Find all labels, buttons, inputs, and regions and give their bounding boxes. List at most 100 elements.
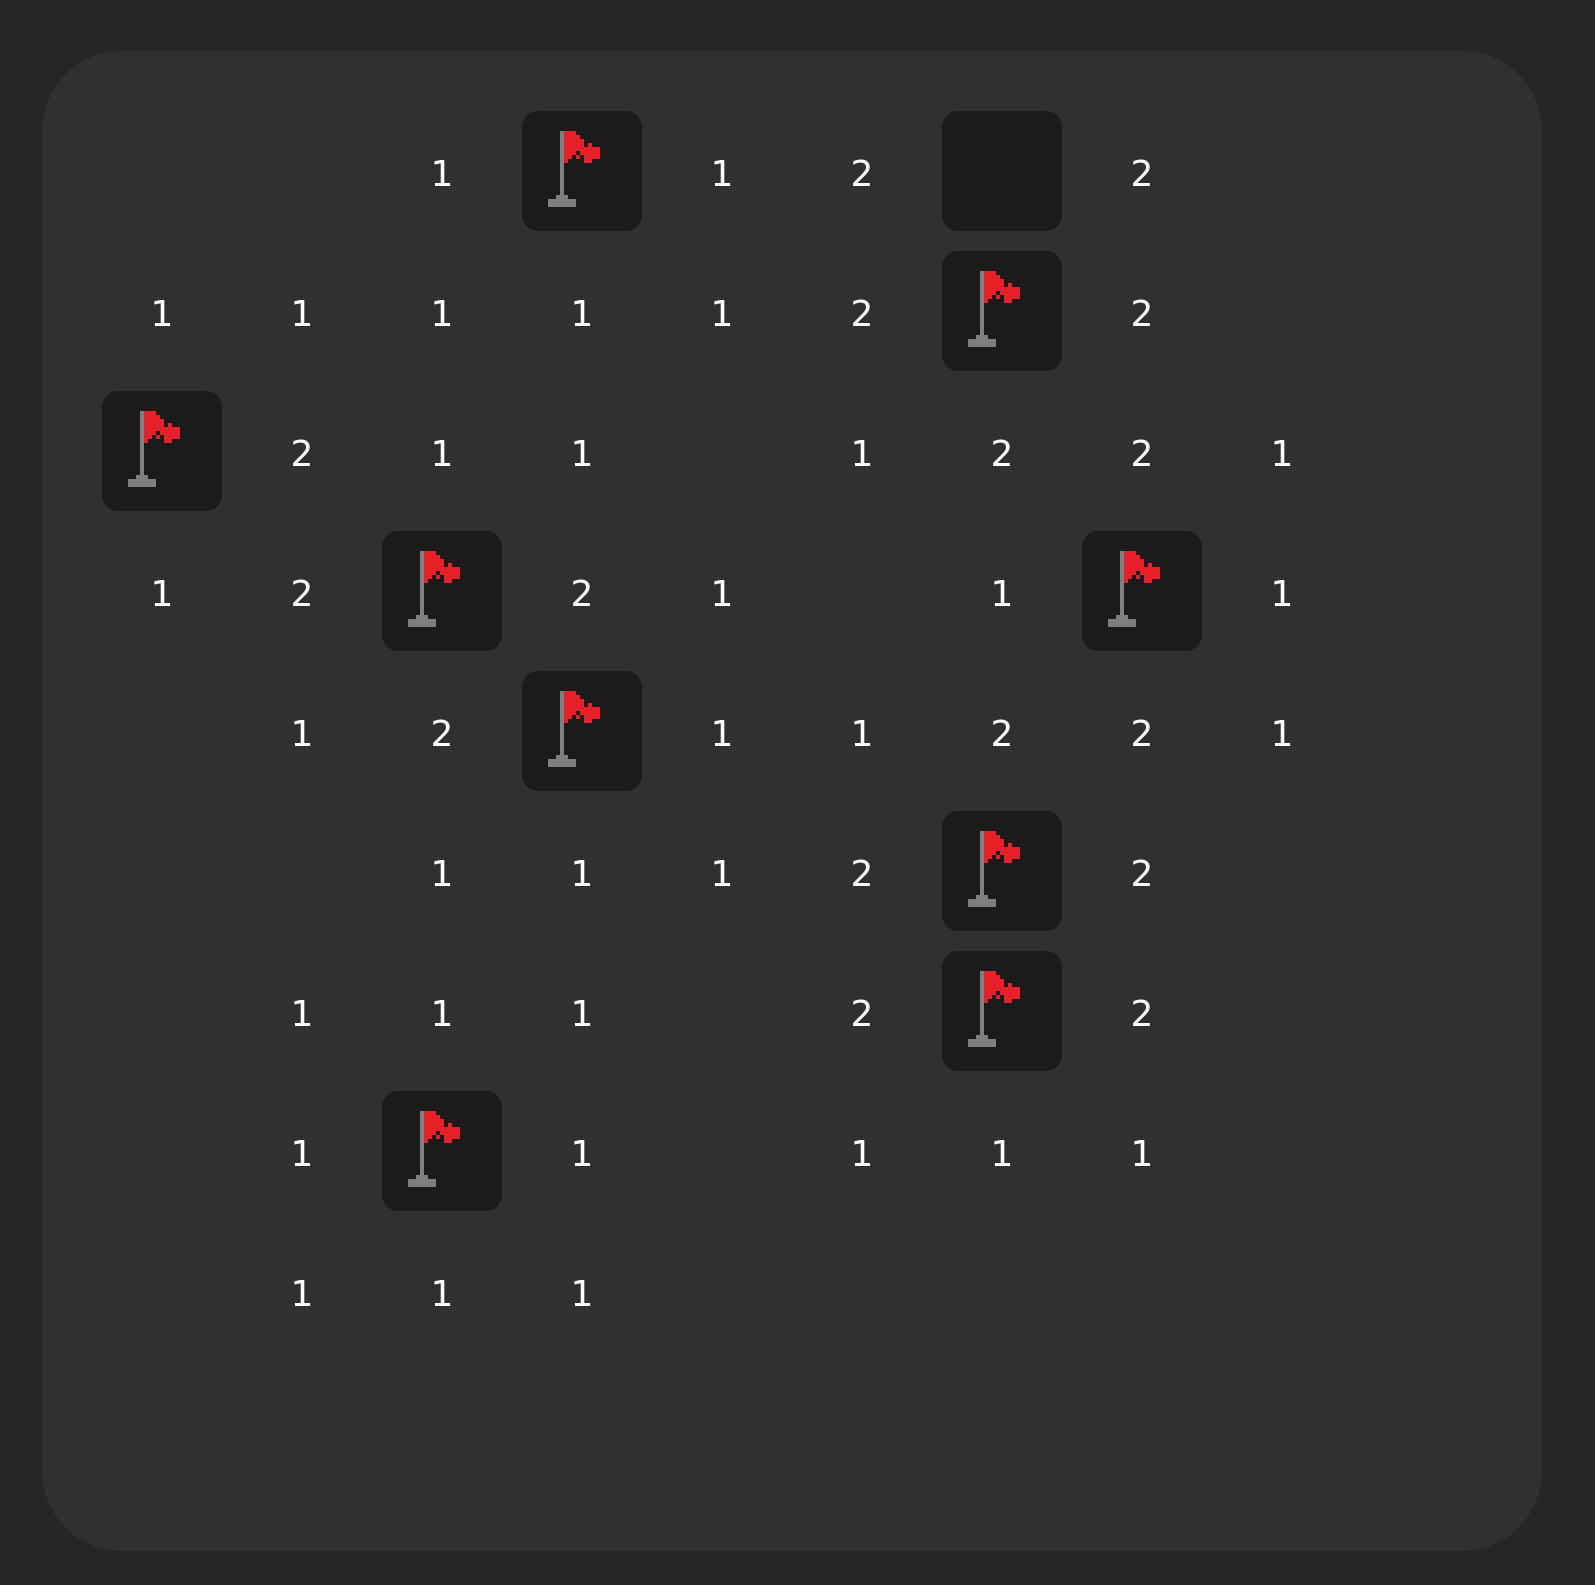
revealed-cell [662, 391, 782, 511]
revealed-cell [102, 811, 222, 931]
cell-number: 1 [570, 1273, 594, 1315]
cell-number: 1 [1270, 713, 1294, 755]
flag-icon [408, 551, 460, 627]
revealed-cell [242, 811, 362, 931]
revealed-cell [1362, 111, 1482, 231]
cell-number: 2 [570, 573, 594, 615]
revealed-cell [1362, 391, 1482, 511]
revealed-cell [242, 1371, 362, 1491]
cell-number: 1 [150, 293, 174, 335]
flagged-cell[interactable] [102, 391, 222, 511]
cell-number: 1 [850, 1133, 874, 1175]
hidden-cell[interactable] [942, 111, 1062, 231]
revealed-cell [242, 111, 362, 231]
revealed-cell: 1 [942, 1091, 1062, 1211]
flag-icon [128, 411, 180, 487]
revealed-cell: 2 [1082, 811, 1202, 931]
revealed-cell: 1 [522, 251, 642, 371]
revealed-cell: 1 [662, 111, 782, 231]
flag-icon [548, 691, 600, 767]
flagged-cell[interactable] [942, 951, 1062, 1071]
cell-number: 1 [1270, 433, 1294, 475]
cell-number: 1 [570, 293, 594, 335]
revealed-cell [1082, 1231, 1202, 1351]
cell-number: 1 [290, 1133, 314, 1175]
revealed-cell: 1 [1082, 1091, 1202, 1211]
cell-number: 1 [710, 713, 734, 755]
revealed-cell: 1 [522, 391, 642, 511]
revealed-cell: 2 [942, 671, 1062, 791]
revealed-cell: 1 [802, 671, 922, 791]
revealed-cell: 1 [382, 811, 502, 931]
revealed-cell: 1 [802, 1091, 922, 1211]
cell-number: 1 [850, 713, 874, 755]
cell-number: 2 [1130, 153, 1154, 195]
revealed-cell [802, 1231, 922, 1351]
revealed-cell: 1 [662, 671, 782, 791]
revealed-cell: 2 [242, 531, 362, 651]
revealed-cell: 1 [942, 531, 1062, 651]
cell-number: 1 [430, 993, 454, 1035]
revealed-cell: 1 [242, 251, 362, 371]
flagged-cell[interactable] [382, 1091, 502, 1211]
revealed-cell: 1 [662, 811, 782, 931]
flagged-cell[interactable] [942, 811, 1062, 931]
revealed-cell: 1 [662, 251, 782, 371]
revealed-cell [102, 1231, 222, 1351]
cell-number: 1 [570, 1133, 594, 1175]
cell-number: 1 [430, 153, 454, 195]
cell-number: 1 [1270, 573, 1294, 615]
minefield-grid: 1 1 2 2 1 1 1 1 1 2 2 2 1 1 1 2 2 1 1 2 2 1 1 1 1 2 1 1 2 2 1 1 1 1 2 2 1 1 1 2… [102, 111, 1482, 1491]
cell-number: 1 [430, 1273, 454, 1315]
game-board: 1 1 2 2 1 1 1 1 1 2 2 2 1 1 1 2 2 1 1 2 2 1 1 1 1 2 1 1 2 2 1 1 1 1 2 2 1 1 1 2… [42, 51, 1542, 1551]
revealed-cell: 2 [1082, 671, 1202, 791]
revealed-cell [942, 1231, 1062, 1351]
cell-number: 1 [430, 293, 454, 335]
cell-number: 2 [1130, 993, 1154, 1035]
cell-number: 1 [430, 853, 454, 895]
flag-icon [408, 1111, 460, 1187]
revealed-cell [102, 1371, 222, 1491]
cell-number: 1 [430, 433, 454, 475]
revealed-cell [1222, 1091, 1342, 1211]
flag-icon [1108, 551, 1160, 627]
cell-number: 2 [290, 433, 314, 475]
revealed-cell [102, 671, 222, 791]
revealed-cell: 1 [1222, 531, 1342, 651]
revealed-cell: 2 [242, 391, 362, 511]
cell-number: 1 [570, 853, 594, 895]
cell-number: 1 [150, 573, 174, 615]
flagged-cell[interactable] [1082, 531, 1202, 651]
cell-number: 2 [850, 153, 874, 195]
flagged-cell[interactable] [942, 251, 1062, 371]
revealed-cell [1362, 671, 1482, 791]
cell-number: 2 [850, 853, 874, 895]
revealed-cell [1222, 111, 1342, 231]
revealed-cell [1222, 1371, 1342, 1491]
revealed-cell [662, 1231, 782, 1351]
flagged-cell[interactable] [522, 671, 642, 791]
revealed-cell [1362, 1231, 1482, 1351]
revealed-cell: 1 [242, 951, 362, 1071]
cell-number: 1 [570, 433, 594, 475]
revealed-cell [382, 1371, 502, 1491]
cell-number: 2 [1130, 433, 1154, 475]
revealed-cell: 1 [382, 251, 502, 371]
revealed-cell [1362, 1371, 1482, 1491]
revealed-cell: 1 [662, 531, 782, 651]
cell-number: 2 [1130, 853, 1154, 895]
cell-number: 2 [430, 713, 454, 755]
flagged-cell[interactable] [382, 531, 502, 651]
cell-number: 2 [290, 573, 314, 615]
cell-number: 1 [710, 853, 734, 895]
revealed-cell [802, 531, 922, 651]
revealed-cell [102, 1091, 222, 1211]
revealed-cell: 2 [942, 391, 1062, 511]
revealed-cell [1222, 811, 1342, 931]
cell-number: 1 [290, 993, 314, 1035]
revealed-cell: 1 [802, 391, 922, 511]
cell-number: 2 [990, 433, 1014, 475]
cell-number: 2 [1130, 713, 1154, 755]
cell-number: 1 [850, 433, 874, 475]
flagged-cell[interactable] [522, 111, 642, 231]
